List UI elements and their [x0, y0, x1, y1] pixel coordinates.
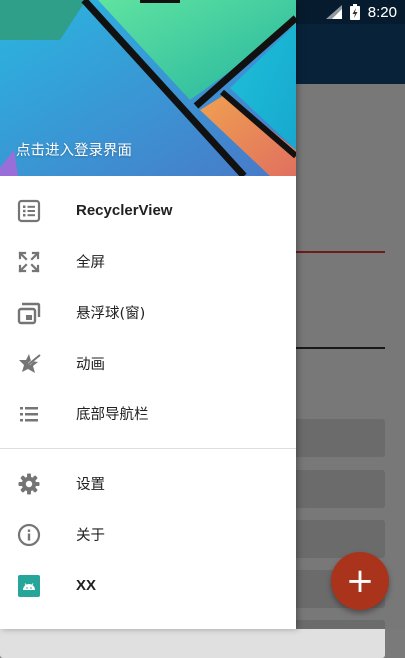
drawer-header[interactable]: 点击进入登录界面	[0, 0, 296, 176]
menu-item-recyclerview[interactable]: RecyclerView	[0, 185, 296, 236]
navigation-drawer: 点击进入登录界面 RecyclerView 全屏 悬浮球(窗) 动画 底部导航栏…	[0, 0, 296, 629]
plus-icon: +	[345, 561, 375, 601]
fullscreen-icon	[16, 249, 42, 275]
menu-item-label: XX	[76, 577, 97, 594]
android-icon	[16, 573, 42, 599]
menu-item-label: 悬浮球(窗)	[76, 306, 146, 322]
menu-item-settings[interactable]: 设置	[0, 458, 296, 509]
menu-item-label: 关于	[76, 528, 105, 544]
picture-in-picture-icon	[16, 300, 42, 326]
menu-item-about[interactable]: 关于	[0, 509, 296, 560]
menu-item-label: 动画	[76, 357, 105, 373]
menu-item-fullscreen[interactable]: 全屏	[0, 236, 296, 287]
signal-icon	[325, 5, 342, 19]
menu-item-label: 全屏	[76, 255, 105, 271]
gear-icon	[16, 471, 42, 497]
login-prompt[interactable]: 点击进入登录界面	[16, 139, 132, 160]
battery-charging-icon	[349, 4, 360, 20]
status-icons-overlay: 8:20	[325, 0, 397, 24]
animation-icon	[16, 351, 42, 377]
menu-item-animation[interactable]: 动画	[0, 338, 296, 389]
status-time: 8:20	[367, 3, 397, 21]
list-alt-icon	[16, 198, 42, 224]
info-icon	[16, 522, 42, 548]
menu-item-label: 设置	[76, 477, 105, 493]
menu-item-label: RecyclerView	[76, 202, 173, 219]
menu-item-bottom-nav[interactable]: 底部导航栏	[0, 388, 296, 439]
list-icon	[16, 401, 42, 427]
add-fab-button[interactable]: +	[331, 552, 389, 610]
menu-item-floating-ball[interactable]: 悬浮球(窗)	[0, 287, 296, 338]
menu-item-xx[interactable]: XX	[0, 560, 296, 611]
menu-item-label: 底部导航栏	[76, 407, 149, 423]
menu-divider	[0, 448, 296, 449]
